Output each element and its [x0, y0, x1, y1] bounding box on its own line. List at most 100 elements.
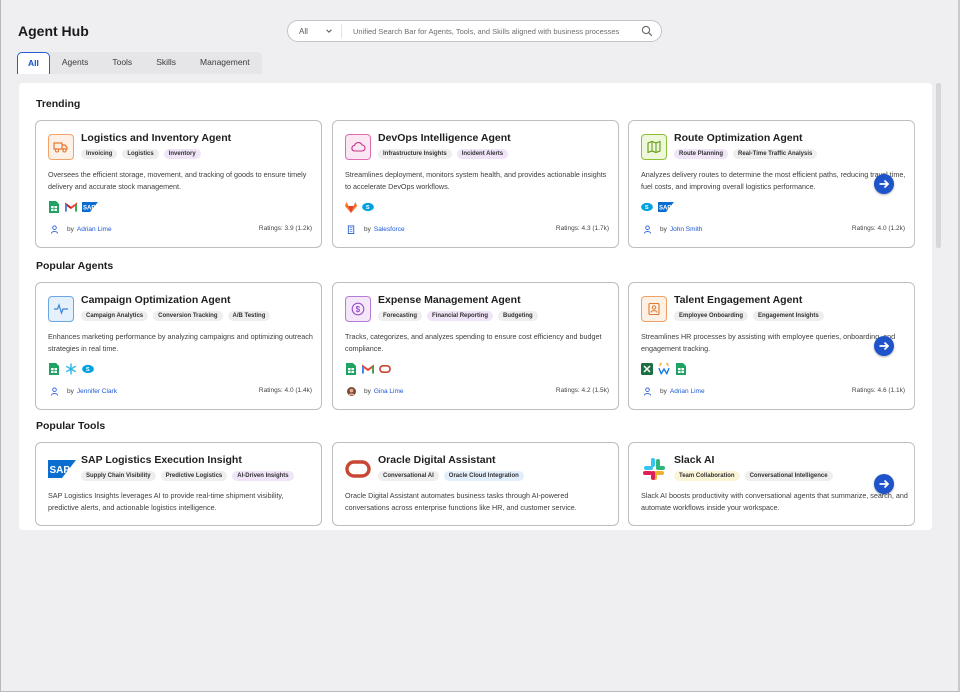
next-arrow-button[interactable]: [874, 474, 894, 494]
tag: Financial Reporting: [427, 311, 494, 321]
search-category-value: All: [299, 26, 308, 36]
tag-list: Infrastructure Insights Incident Alerts: [378, 149, 509, 159]
tab-all[interactable]: All: [17, 52, 50, 74]
tag-list: Route Planning Real-Time Traffic Analysi…: [674, 149, 818, 159]
tag: Incident Alerts: [456, 149, 509, 159]
oracle-icon: [379, 363, 391, 375]
rating: Ratings: 4.0 (1.4k): [258, 387, 312, 394]
search-icon[interactable]: [641, 25, 653, 37]
author: by Adrian Lime: [643, 387, 705, 396]
rating: Ratings: 4.3 (1.7k): [555, 225, 609, 232]
user-icon: [50, 225, 59, 234]
google-sheets-icon: [345, 363, 357, 375]
integration-logos: [345, 363, 391, 375]
tag: Supply Chain Visibility: [81, 471, 156, 481]
sap-logo: SAP: [48, 456, 76, 482]
by-label: by: [67, 388, 74, 395]
tab-bar: All Agents Tools Skills Management: [17, 52, 262, 74]
tag-list: Invoicing Logistics Inventory: [81, 149, 201, 159]
svg-text:S: S: [366, 205, 370, 211]
tag: Infrastructure Insights: [378, 149, 452, 159]
author: by Gina Lime: [347, 387, 404, 396]
user-icon: [643, 387, 652, 396]
author: by John Smith: [643, 225, 702, 234]
card-title: SAP Logistics Execution Insight: [81, 454, 242, 466]
tag: Invoicing: [81, 149, 118, 159]
google-sheets-icon: [48, 201, 60, 213]
tab-agents[interactable]: Agents: [50, 52, 100, 74]
card-description: Tracks, categorizes, and analyzes spendi…: [345, 332, 602, 353]
author-link[interactable]: Adrian Lime: [77, 226, 112, 233]
author-link[interactable]: Jennifer Clark: [77, 388, 117, 395]
card-title: Slack AI: [674, 454, 715, 466]
search-bar[interactable]: All Unified Search Bar for Agents, Tools…: [287, 20, 662, 42]
agent-card-talent[interactable]: Talent Engagement Agent Employee Onboard…: [628, 282, 915, 410]
avatar: [347, 387, 356, 396]
agent-card-logistics[interactable]: Logistics and Inventory Agent Invoicing …: [35, 120, 322, 248]
google-sheets-icon: [675, 363, 687, 375]
author-link[interactable]: Adrian Lime: [670, 388, 705, 395]
workday-icon: [658, 363, 670, 375]
tool-card-slack[interactable]: Slack AI Team Collaboration Conversation…: [628, 442, 915, 526]
gmail-icon: [362, 363, 374, 375]
rating: Ratings: 4.2 (1.5k): [555, 387, 609, 394]
agent-card-route[interactable]: Route Optimization Agent Route Planning …: [628, 120, 915, 248]
arrow-right-icon: [879, 341, 890, 351]
tag: Route Planning: [674, 149, 728, 159]
by-label: by: [364, 388, 371, 395]
arrow-right-icon: [879, 479, 890, 489]
salesforce-icon: S: [362, 201, 374, 213]
tag: Conversational AI: [378, 471, 439, 481]
tool-card-sap[interactable]: SAP SAP Logistics Execution Insight Supp…: [35, 442, 322, 526]
svg-text:SAP: SAP: [659, 206, 671, 212]
next-arrow-button[interactable]: [874, 174, 894, 194]
tag: Conversational Intelligence: [744, 471, 833, 481]
by-label: by: [364, 226, 371, 233]
user-icon: [50, 387, 59, 396]
scroll-fade: [912, 83, 932, 530]
tag: Conversion Tracking: [153, 311, 223, 321]
agent-card-campaign[interactable]: Campaign Optimization Agent Campaign Ana…: [35, 282, 322, 410]
rating: Ratings: 4.0 (1.2k): [851, 225, 905, 232]
gmail-icon: [65, 201, 77, 213]
salesforce-icon: S: [82, 363, 94, 375]
card-description: Oversees the efficient storage, movement…: [48, 170, 307, 191]
card-description: Oracle Digital Assistant automates busin…: [345, 491, 577, 512]
author-link[interactable]: John Smith: [670, 226, 703, 233]
card-title: Campaign Optimization Agent: [81, 294, 231, 306]
agent-card-devops[interactable]: DevOps Intelligence Agent Infrastructure…: [332, 120, 619, 248]
tag: Employee Onboarding: [674, 311, 749, 321]
slack-logo: [641, 456, 667, 482]
card-description: Streamlines HR processes by assisting wi…: [641, 332, 896, 353]
author-link[interactable]: Gina Lime: [374, 388, 404, 395]
card-title: DevOps Intelligence Agent: [378, 132, 511, 144]
tab-skills[interactable]: Skills: [144, 52, 188, 74]
card-title: Oracle Digital Assistant: [378, 454, 496, 466]
tag: Logistics: [122, 149, 159, 159]
excel-icon: [641, 363, 653, 375]
by-label: by: [660, 388, 667, 395]
tab-tools[interactable]: Tools: [100, 52, 144, 74]
search-input[interactable]: Unified Search Bar for Agents, Tools, an…: [342, 27, 641, 36]
next-arrow-button[interactable]: [874, 336, 894, 356]
tab-management[interactable]: Management: [188, 52, 262, 74]
scrollbar[interactable]: [936, 83, 941, 248]
tag: A/B Testing: [227, 311, 271, 321]
card-description: Streamlines deployment, monitors system …: [345, 170, 607, 191]
tag: Oracle Cloud Integration: [443, 471, 524, 481]
agent-card-expense[interactable]: $ Expense Management Agent Forecasting F…: [332, 282, 619, 410]
tag: Forecasting: [378, 311, 423, 321]
tag: Real-Time Traffic Analysis: [733, 149, 818, 159]
section-title-trending: Trending: [36, 98, 81, 110]
integration-logos: S SAP: [641, 201, 674, 213]
building-icon: [347, 225, 355, 234]
id-badge-icon: [641, 296, 667, 322]
tool-card-oracle[interactable]: Oracle Digital Assistant Conversational …: [332, 442, 619, 526]
integration-logos: S: [345, 201, 374, 213]
search-category-select[interactable]: All: [288, 24, 342, 38]
author-link[interactable]: Salesforce: [374, 226, 405, 233]
author: by Jennifer Clark: [50, 387, 117, 396]
page-title: Agent Hub: [18, 23, 89, 39]
chevron-down-icon: [326, 29, 332, 33]
tag: Predictive Logistics: [160, 471, 228, 481]
